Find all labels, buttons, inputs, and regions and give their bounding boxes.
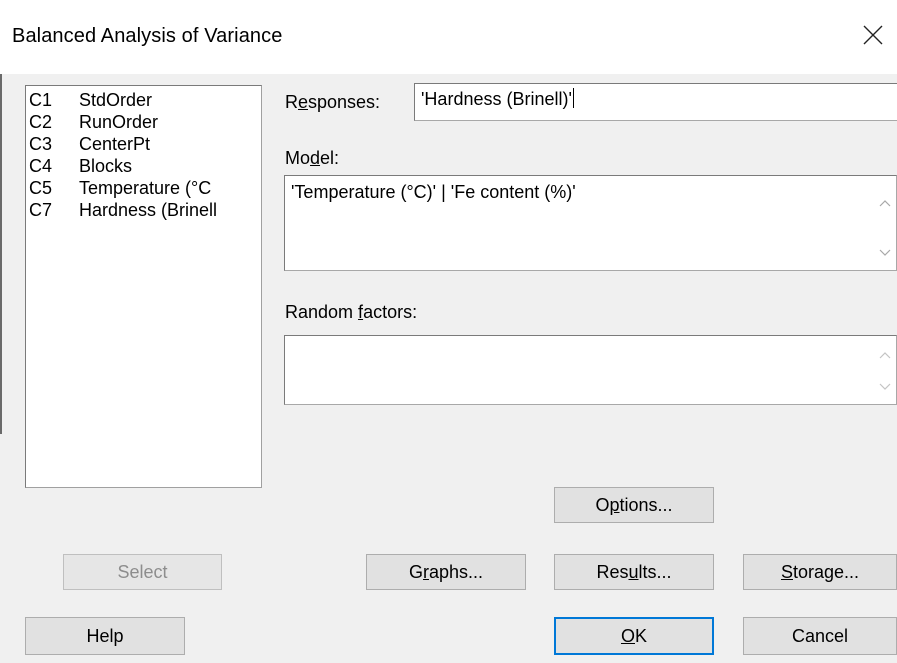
chevron-up-icon (879, 200, 891, 207)
text-caret (572, 88, 574, 108)
model-label: Model: (285, 148, 339, 169)
graphs-button[interactable]: Gr aphs... (366, 554, 526, 590)
results-label-part: Res (596, 561, 629, 582)
dialog-title: Balanced Analysis of Variance (12, 25, 283, 47)
cancel-label: Cancel (791, 625, 849, 646)
column-name: StdOrder (79, 90, 153, 110)
column-name: RunOrder (79, 112, 159, 132)
select-label: Select (117, 561, 168, 582)
model-scroll-down[interactable] (876, 244, 894, 262)
model-label-part: Mo (285, 148, 311, 168)
column-id: C4 (29, 156, 53, 176)
random-factors-label-part: actors: (363, 302, 418, 322)
options-label-mnemonic: p (609, 494, 620, 515)
model-value: 'Temperature (°C)' | 'Fe content (%)' (291, 182, 576, 202)
storage-label-part: torage... (792, 561, 860, 582)
options-label-part: O (595, 494, 610, 515)
responses-label-part: R (285, 92, 298, 112)
random-factors-label: Random factors: (285, 302, 417, 323)
column-name: Hardness (Brinell (79, 200, 218, 220)
results-label-part: lts... (638, 561, 672, 582)
column-id: C2 (29, 112, 53, 132)
random-factors-label-part: Random (285, 302, 359, 322)
list-item[interactable]: C2 RunOrder (26, 111, 261, 133)
help-label: Help (86, 625, 124, 646)
random-factors-scroll-up[interactable] (876, 346, 894, 364)
options-label-part: tions... (619, 494, 673, 515)
column-id: C3 (29, 134, 53, 154)
column-name: Blocks (79, 156, 133, 176)
responses-label-mnemonic: e (298, 92, 309, 112)
model-label-mnemonic: d (310, 148, 321, 168)
responses-label-part: sponses: (308, 92, 381, 112)
chevron-down-icon (879, 249, 891, 256)
list-item[interactable]: C7 Hardness (Brinell (26, 199, 261, 221)
list-item[interactable]: C1 StdOrder (26, 89, 261, 111)
column-id: C1 (29, 90, 53, 110)
column-name: Temperature (°C (79, 178, 212, 198)
storage-button[interactable]: Storage... (743, 554, 897, 590)
list-item[interactable]: C5 Temperature (°C (26, 177, 261, 199)
select-button[interactable]: Select (63, 554, 222, 590)
title-bar: Balanced Analysis of Variance (0, 0, 897, 74)
column-name: CenterPt (79, 134, 151, 154)
graphs-label-part: G (408, 561, 423, 582)
graphs-label-part: aphs... (428, 561, 484, 582)
model-scroll-up[interactable] (876, 194, 894, 212)
ok-button[interactable]: OK (554, 617, 714, 655)
responses-value: 'Hardness (Brinell)' (421, 89, 572, 109)
chevron-down-icon (879, 383, 891, 390)
close-icon (863, 25, 883, 45)
column-id: C7 (29, 200, 53, 220)
random-factors-scroll-down[interactable] (876, 378, 894, 396)
dialog-window: Balanced Analysis of Variance C1 StdOrde… (0, 0, 897, 663)
responses-label: Responses: (285, 92, 380, 113)
list-item[interactable]: C4 Blocks (26, 155, 261, 177)
results-button[interactable]: Res u lts... (554, 554, 714, 590)
storage-label-mnemonic: S (780, 561, 793, 582)
options-button[interactable]: Op tions... (554, 487, 714, 523)
responses-input[interactable]: 'Hardness (Brinell)' (414, 83, 897, 121)
column-id: C5 (29, 178, 53, 198)
random-factors-textarea[interactable] (284, 335, 897, 405)
help-button[interactable]: Help (25, 617, 185, 655)
list-item[interactable]: C3 CenterPt (26, 133, 261, 155)
model-label-part: el: (320, 148, 340, 168)
ok-label-mnemonic: O (620, 625, 635, 646)
model-textarea[interactable]: 'Temperature (°C)' | 'Fe content (%)' (284, 175, 897, 271)
ok-label-part: K (635, 625, 648, 646)
window-left-edge (0, 74, 2, 434)
close-button[interactable] (849, 10, 897, 60)
chevron-up-icon (879, 352, 891, 359)
variables-list[interactable]: C1 StdOrder C2 RunOrder C3 CenterPt C4 B… (25, 85, 262, 488)
results-label-mnemonic: u (628, 561, 639, 582)
cancel-button[interactable]: Cancel (743, 617, 897, 655)
